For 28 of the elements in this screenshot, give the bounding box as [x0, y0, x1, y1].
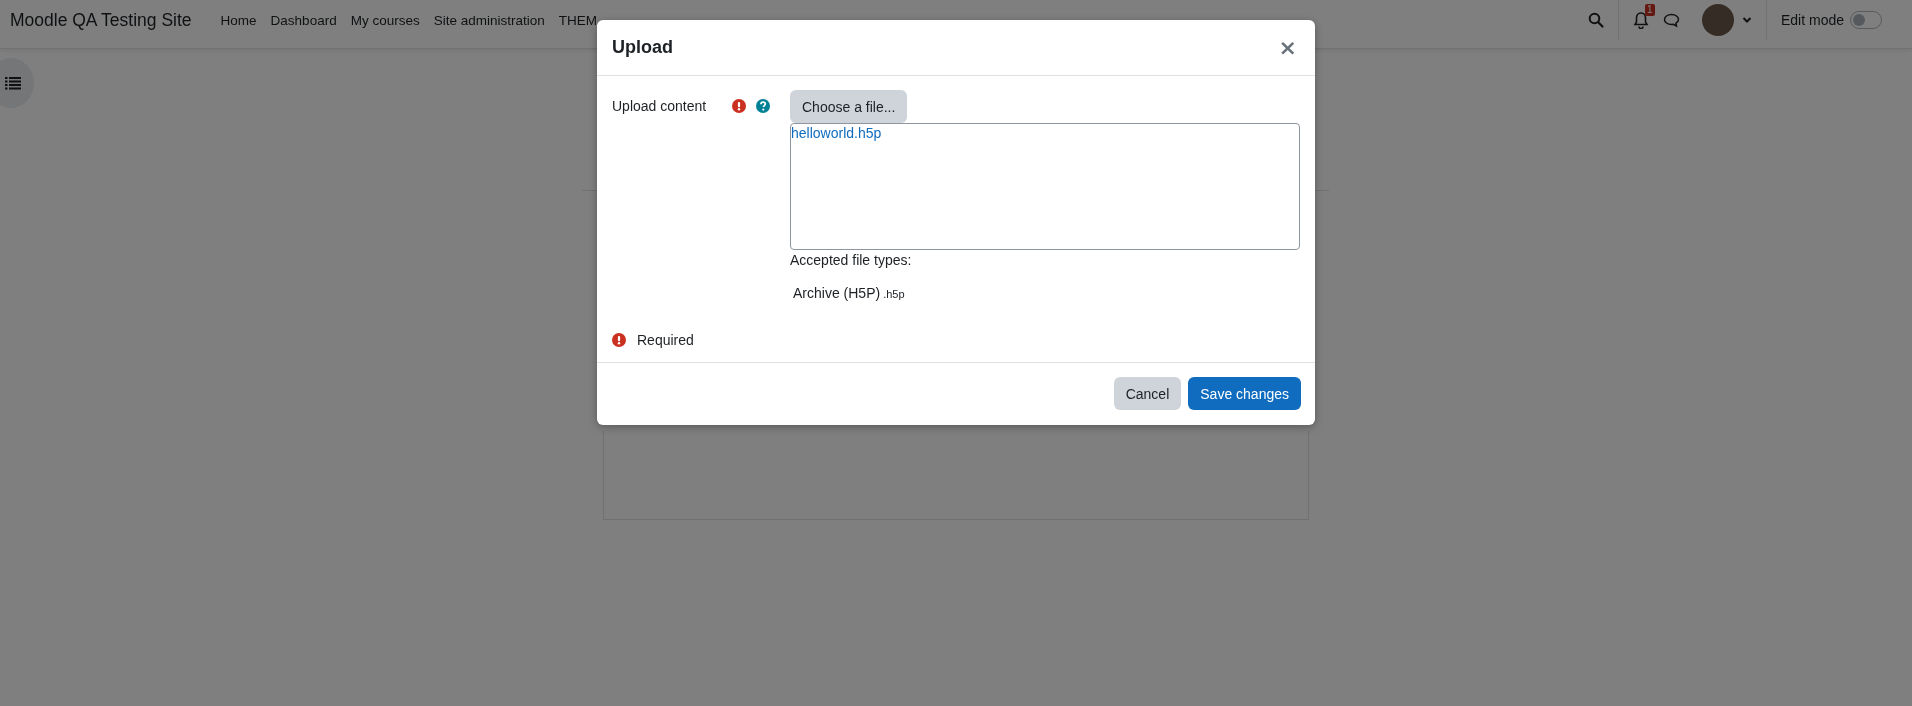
- file-link[interactable]: helloworld.h5p: [791, 125, 882, 141]
- help-icon[interactable]: [756, 99, 770, 113]
- required-icon: [612, 333, 626, 347]
- close-button[interactable]: ×: [1274, 35, 1301, 60]
- drawer-toggle-button[interactable]: [0, 58, 34, 108]
- required-note: Required: [637, 332, 694, 348]
- caret-icon[interactable]: [1741, 16, 1752, 24]
- nav-link[interactable]: Dashboard: [263, 12, 344, 28]
- nav-link[interactable]: Site administration: [426, 12, 552, 28]
- nav-link[interactable]: My courses: [343, 12, 427, 28]
- user-avatar[interactable]: [1701, 4, 1734, 36]
- accepted-types-heading: Accepted file types:: [790, 252, 913, 268]
- field-label: Upload content: [612, 98, 708, 114]
- dialog-title: Upload: [612, 37, 673, 58]
- bell-icon[interactable]: [1632, 11, 1649, 29]
- site-name[interactable]: Moodle QA Testing Site: [10, 9, 192, 31]
- file-type-name: Archive (H5P): [793, 285, 881, 301]
- nav-link[interactable]: Home: [213, 12, 264, 28]
- edit-mode-label: Edit mode: [1780, 12, 1844, 28]
- file-type-extension: .h5p: [883, 288, 905, 300]
- choose-file-button[interactable]: Choose a file...: [790, 90, 908, 123]
- notification-count: 1: [1644, 4, 1655, 16]
- speech-bubble-icon[interactable]: [1662, 12, 1680, 28]
- search-icon[interactable]: [1587, 12, 1604, 28]
- save-button[interactable]: Save changes: [1188, 377, 1301, 410]
- edit-mode-toggle[interactable]: [1850, 11, 1882, 29]
- list-icon: [5, 76, 21, 90]
- cancel-button[interactable]: Cancel: [1113, 377, 1182, 410]
